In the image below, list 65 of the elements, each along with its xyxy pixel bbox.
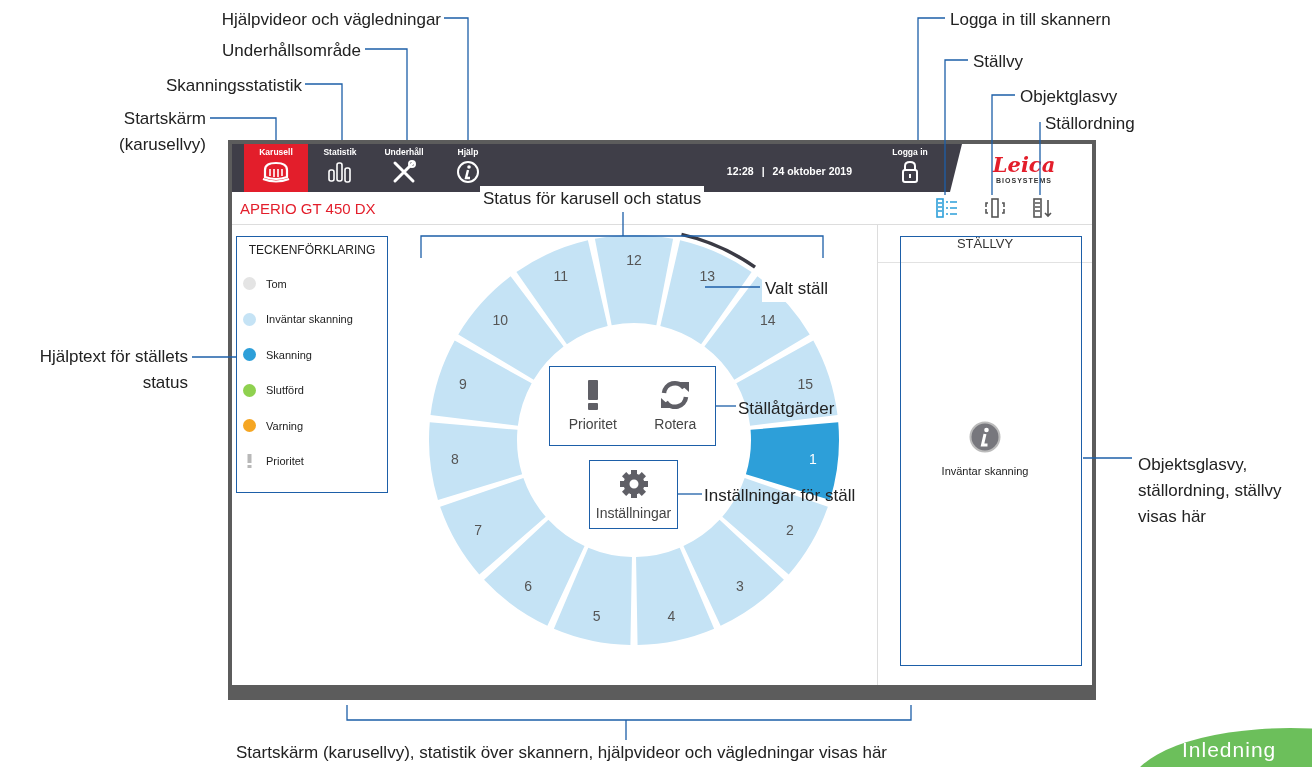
- exclamation-icon: [586, 380, 599, 410]
- info-icon: [969, 421, 1001, 453]
- callout-label: Skanningsstatistik: [165, 75, 302, 97]
- leader-line: [209, 117, 277, 141]
- callout-label: Logga in till skannern: [950, 9, 1111, 31]
- callout-label: Hjälpvideor och vägledningar: [221, 9, 441, 31]
- panel-title: STÄLLVY: [956, 236, 1014, 251]
- slide-icon: [984, 198, 1006, 218]
- view-button[interactable]: [982, 196, 1008, 220]
- lock-icon: [900, 160, 920, 184]
- legend-label: Slutförd: [266, 384, 304, 397]
- separator-text: |: [761, 165, 765, 177]
- nav-tab[interactable]: Statistik: [308, 144, 372, 192]
- nav-tab[interactable]: Underhåll: [372, 144, 436, 192]
- rack-slot[interactable]: [736, 340, 838, 426]
- slot-number: 2: [786, 522, 794, 538]
- leader-line: [1082, 457, 1133, 459]
- callout-label: Hjälptext för ställets status: [38, 346, 188, 394]
- slot-number: 5: [592, 608, 601, 625]
- slot-number: 14: [760, 311, 776, 328]
- settings-button[interactable]: Inställningar: [593, 466, 674, 523]
- slot-number: 7: [474, 522, 482, 538]
- rack-order-icon: [1032, 198, 1054, 218]
- callout-label: Objektglasvy: [1020, 86, 1118, 108]
- callout-label: Objektsglasvy, ställordning, ställvy visas här: [1138, 454, 1283, 528]
- action-button[interactable]: Rotera: [652, 378, 699, 434]
- nav-tab[interactable]: Karusell: [244, 144, 308, 192]
- carousel-icon: [261, 160, 291, 184]
- callout-label: Ställordning: [1045, 113, 1135, 135]
- slot-number: 12: [626, 252, 642, 268]
- leader-line: [304, 83, 343, 141]
- slot-number: 4: [667, 608, 676, 625]
- legend-label: Tom: [266, 277, 287, 290]
- callout-label: Underhållsområde: [222, 40, 361, 62]
- clock-time: 12:28: [726, 165, 754, 177]
- product-title: APERIO GT 450 DX: [240, 199, 376, 217]
- rotate-icon: [659, 380, 692, 410]
- slot-number: 8: [451, 450, 459, 467]
- slot-number: 10: [492, 311, 508, 328]
- slot-number: 11: [553, 267, 569, 284]
- login-button[interactable]: Logga in: [878, 144, 942, 192]
- slot-number: 6: [524, 577, 533, 594]
- callout-label: Startskärm (karusellvy): [118, 108, 206, 156]
- leader-line: [704, 286, 761, 288]
- slot-number: 13: [699, 267, 715, 284]
- callout-label: Ställvy: [973, 51, 1024, 73]
- slot-number: 3: [735, 577, 744, 594]
- legend-label: Prioritet: [266, 455, 304, 468]
- legend-title: TECKENFÖRKLARING: [248, 243, 376, 257]
- settings-icon: [618, 468, 649, 499]
- legend-label: Inväntar skanning: [266, 313, 353, 326]
- status-message: Inväntar skanning: [941, 465, 1029, 477]
- rack-list-icon: [936, 198, 958, 218]
- legend-label: Varning: [266, 419, 304, 432]
- date-text: 24 oktober 2019: [772, 165, 852, 177]
- slot-number: 1: [809, 450, 817, 467]
- rack-slot[interactable]: [660, 240, 752, 345]
- legend-label: Skanning: [266, 348, 312, 361]
- action-button[interactable]: Prioritet: [566, 378, 619, 434]
- info-icon: [456, 160, 480, 184]
- slot-number: 15: [797, 376, 813, 393]
- slot-number: 9: [458, 376, 467, 393]
- callout-label: Startskärm (karusellvy), statistik över skannern, hjälpvideor och vägledningar visas här: [236, 742, 887, 764]
- callout-label: Ställåtgärder: [738, 398, 835, 420]
- view-button[interactable]: [934, 196, 960, 220]
